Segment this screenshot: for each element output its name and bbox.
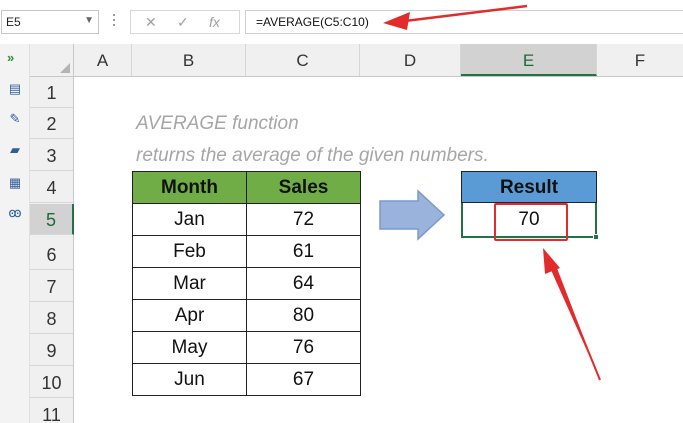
column-b-header[interactable]: B [132,44,246,76]
month-cell[interactable]: Feb [132,235,247,268]
month-cell[interactable]: May [132,331,247,364]
row-11-header[interactable]: 11 [30,399,73,423]
table-row: Apr 80 [132,299,361,332]
formula-text: =AVERAGE(C5:C10) [256,15,369,29]
fill-handle[interactable] [593,234,599,240]
column-f-header[interactable]: F [597,44,683,76]
table-row: Jun 67 [132,363,361,396]
month-cell[interactable]: Apr [132,299,247,332]
name-box[interactable]: E5 ▼ [1,10,99,34]
column-e-header[interactable]: E [461,44,597,76]
chevron-down-icon[interactable]: ▼ [84,15,94,26]
result-header[interactable]: Result [461,171,597,203]
header-sales[interactable]: Sales [246,171,361,204]
column-c-header[interactable]: C [246,44,360,76]
sales-cell[interactable]: 80 [246,299,361,332]
sales-cell[interactable]: 64 [246,267,361,300]
sales-cell[interactable]: 61 [246,235,361,268]
header-month[interactable]: Month [132,171,247,204]
cancel-icon[interactable]: ✕ [145,14,157,31]
row-3-header[interactable]: 3 [30,140,73,171]
table-header-row: Month Sales [132,171,361,204]
formula-bar: E5 ▼ ✕ ✓ fx =AVERAGE(C5:C10) [0,0,683,44]
row-2-header[interactable]: 2 [30,108,73,139]
left-toolbar: » ▤ ✎ ▰ ▦ ꙭ [0,44,30,423]
table-row: May 76 [132,331,361,364]
table-row: Jan 72 [132,203,361,236]
keyboard-icon[interactable]: ▤ [6,82,24,96]
sales-cell[interactable]: 67 [246,363,361,396]
row-10-header[interactable]: 10 [30,367,73,398]
table-row: Mar 64 [132,267,361,300]
month-cell[interactable]: Jan [132,203,247,236]
row-7-header[interactable]: 7 [30,271,73,302]
highlight-box [494,203,568,241]
caption-line-1[interactable]: AVERAGE function [136,113,299,135]
month-cell[interactable]: Mar [132,267,247,300]
column-header: A B C D E F [30,44,683,77]
row-header: 1 2 3 4 5 6 7 8 9 10 11 [30,77,74,423]
name-box-value: E5 [6,15,21,29]
layers-icon[interactable]: ▰ [6,143,24,157]
enter-icon[interactable]: ✓ [177,14,189,31]
result-arrow-icon [543,248,601,381]
row-8-header[interactable]: 8 [30,303,73,334]
drag-handle[interactable] [113,14,115,30]
row-1-header[interactable]: 1 [30,77,73,108]
insert-function-icon[interactable]: fx [209,14,220,30]
grid-icon[interactable]: ▦ [6,176,24,190]
formula-input[interactable]: =AVERAGE(C5:C10) [245,10,683,34]
table-row: Feb 61 [132,235,361,268]
chevron-right-icon[interactable]: » [7,50,14,65]
column-d-header[interactable]: D [360,44,461,76]
sales-table: Month Sales Jan 72 Feb 61 Mar 64 Apr 80 … [132,171,361,396]
row-6-header[interactable]: 6 [30,239,73,270]
month-cell[interactable]: Jun [132,363,247,396]
form-icon[interactable]: ✎ [6,112,24,126]
row-9-header[interactable]: 9 [30,335,73,366]
select-all-corner[interactable] [30,44,74,77]
sales-cell[interactable]: 72 [246,203,361,236]
caption-line-2[interactable]: returns the average of the given numbers… [136,145,489,167]
binoculars-icon[interactable]: ꙭ [6,206,24,220]
row-4-header[interactable]: 4 [30,172,73,203]
sales-cell[interactable]: 76 [246,331,361,364]
row-5-header[interactable]: 5 [30,204,74,235]
right-arrow-icon [379,189,446,241]
column-a-header[interactable]: A [74,44,132,76]
formula-buttons: ✕ ✓ fx [130,10,240,34]
